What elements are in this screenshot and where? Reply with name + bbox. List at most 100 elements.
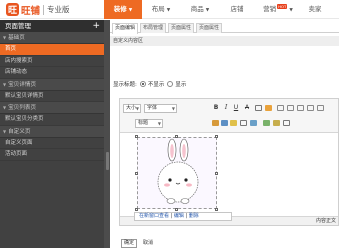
resize-handle[interactable]: [215, 172, 218, 175]
rabbit-illustration: [157, 138, 199, 204]
italic-button[interactable]: I: [222, 104, 230, 112]
sidebar-item-default-detail[interactable]: 默认宝贝详情页: [0, 91, 104, 102]
font-size-select[interactable]: 大小 ▼: [123, 104, 141, 113]
tab-page-properties[interactable]: 页面属性: [168, 23, 194, 33]
sidebar-title: 页面管理: [5, 22, 31, 30]
caret-down-icon: ▼: [166, 8, 171, 13]
radio-show-title[interactable]: [167, 81, 174, 87]
dropdown-arrow-icon: ▼: [171, 106, 175, 111]
tab-bar: 页面编辑 布局管理 页面属性 页面属性: [110, 23, 339, 34]
underline-button[interactable]: U: [232, 104, 240, 112]
font-size-value: 大小: [126, 105, 137, 111]
nav-item-layout[interactable]: 布局 ▼: [144, 0, 178, 19]
nav-label: 营销: [263, 5, 277, 13]
logo-mark: 旺: [6, 3, 19, 16]
link-icon[interactable]: [221, 120, 228, 126]
title-display-row: 显示标题: 不显示 显示: [113, 80, 186, 88]
rich-text-editor: 大小 ▼ 字体 ▼ B I U A 标题 ▼ 在新窗口查看 | 编辑 | 删除 …: [119, 98, 339, 226]
sidebar-item-home[interactable]: 首页: [0, 44, 104, 56]
align-left-icon[interactable]: [277, 105, 284, 111]
editor-content-area[interactable]: 在新窗口查看 | 编辑 | 删除: [120, 134, 338, 221]
nav-item-decorate[interactable]: 装修 ▼: [104, 0, 142, 19]
tab-layout-manage[interactable]: 布局管理: [140, 23, 166, 33]
sidebar-item-default-category[interactable]: 默认宝贝分类页: [0, 114, 104, 126]
sidebar-group-label: 自定义页: [8, 128, 31, 135]
resize-handle[interactable]: [215, 208, 218, 211]
strikethrough-button[interactable]: A: [243, 104, 251, 112]
separator: |: [170, 213, 173, 219]
source-icon[interactable]: [283, 120, 290, 126]
open-in-new-window-link[interactable]: 在新窗口查看: [139, 213, 169, 219]
module-title-bar: 自定义内容区: [110, 36, 339, 46]
main-panel: 页面编辑 布局管理 页面属性 页面属性 自定义内容区 显示标题: 不显示 显示 …: [110, 20, 339, 248]
nav-item-seller[interactable]: 卖家: [302, 0, 328, 19]
table-icon[interactable]: [240, 120, 247, 126]
sidebar-group-basic[interactable]: ▼ 基础页: [0, 32, 104, 44]
separator: |: [185, 213, 188, 219]
flash-icon[interactable]: [230, 120, 237, 126]
nav-label: 卖家: [308, 5, 322, 13]
font-family-select[interactable]: 字体 ▼: [144, 104, 177, 113]
triangle-down-icon: ▼: [3, 81, 7, 87]
dropdown-arrow-icon: ▼: [135, 106, 139, 111]
logo[interactable]: 旺 旺铺 专业版: [6, 3, 70, 17]
sidebar-group-label: 基础页: [8, 35, 25, 41]
resize-handle[interactable]: [215, 135, 218, 138]
triangle-down-icon: ▼: [3, 35, 7, 40]
nav-label: 店铺: [230, 5, 244, 13]
resize-handle[interactable]: [135, 172, 138, 175]
module-title: 自定义内容区: [113, 38, 144, 44]
font-family-value: 字体: [147, 105, 158, 111]
nav-item-shop[interactable]: 店铺: [223, 0, 251, 19]
radio-hide-title[interactable]: [139, 81, 146, 87]
bold-button[interactable]: B: [212, 104, 220, 112]
delete-image-link[interactable]: 删除: [189, 213, 199, 219]
image-icon[interactable]: [212, 120, 219, 126]
confirm-button[interactable]: 确定: [121, 239, 137, 248]
caret-down-icon: ▼: [205, 8, 210, 13]
edit-image-link[interactable]: 编辑: [174, 213, 184, 219]
radio-show-label: 显示: [175, 82, 187, 88]
justify-icon[interactable]: [307, 105, 314, 111]
sidebar-item-activity-page[interactable]: 活动页面: [0, 149, 104, 161]
template-icon[interactable]: [273, 120, 280, 126]
tab-page-edit[interactable]: 页面编辑: [112, 23, 138, 34]
resize-handle[interactable]: [135, 135, 138, 138]
sidebar-group-label: 宝贝列表页: [8, 105, 37, 111]
cancel-button[interactable]: 取消: [143, 239, 153, 248]
highlight-icon[interactable]: [265, 105, 272, 111]
font-color-icon[interactable]: [255, 105, 262, 111]
sidebar: 页面管理 + ▼ 基础页 首页 店内搜索页 店铺动态 ▼ 宝贝详情页 默认宝贝详情页…: [0, 20, 104, 248]
plus-icon[interactable]: +: [92, 20, 100, 32]
emoticon-icon[interactable]: [250, 120, 257, 126]
caret-down-icon: ▼: [128, 8, 133, 13]
caret-down-icon: ▼: [289, 8, 293, 13]
align-right-icon[interactable]: [297, 105, 304, 111]
top-navigation: 旺 旺铺 专业版 装修 ▼ 布局 ▼ 商品 ▼ 店铺 营销 HOT▼ 卖家: [0, 0, 339, 19]
rabbit-image[interactable]: [137, 137, 217, 209]
sidebar-group-list[interactable]: ▼ 宝贝列表页: [0, 102, 104, 114]
nav-item-marketing[interactable]: 营销 HOT▼: [258, 0, 298, 19]
resize-handle[interactable]: [175, 135, 178, 138]
sidebar-group-label: 宝贝详情页: [8, 81, 37, 88]
tab-page-properties-2[interactable]: 页面属性: [196, 23, 222, 33]
sidebar-item-feed[interactable]: 店铺动态: [0, 67, 104, 79]
status-right-label: 内容正文: [315, 218, 336, 224]
format-select[interactable]: 标题 ▼: [135, 119, 163, 128]
edition-label: 专业版: [47, 5, 70, 14]
nav-label: 装修: [113, 5, 127, 13]
align-center-icon[interactable]: [287, 105, 294, 111]
title-display-label: 显示标题:: [113, 82, 137, 88]
sidebar-item-search[interactable]: 店内搜索页: [0, 56, 104, 67]
sidebar-group-detail[interactable]: ▼ 宝贝详情页: [0, 78, 104, 91]
grip-icon: [105, 152, 109, 170]
dropdown-arrow-icon: ▼: [157, 121, 161, 126]
radio-hide-label: 不显示: [147, 82, 165, 88]
resize-handle[interactable]: [135, 208, 138, 211]
resize-handle[interactable]: [175, 208, 178, 211]
list-icon[interactable]: [317, 105, 324, 111]
sidebar-item-custom-page[interactable]: 自定义页面: [0, 138, 104, 149]
sidebar-group-custom[interactable]: ▼ 自定义页: [0, 125, 104, 138]
map-icon[interactable]: [263, 120, 270, 126]
nav-item-goods[interactable]: 商品 ▼: [183, 0, 217, 19]
